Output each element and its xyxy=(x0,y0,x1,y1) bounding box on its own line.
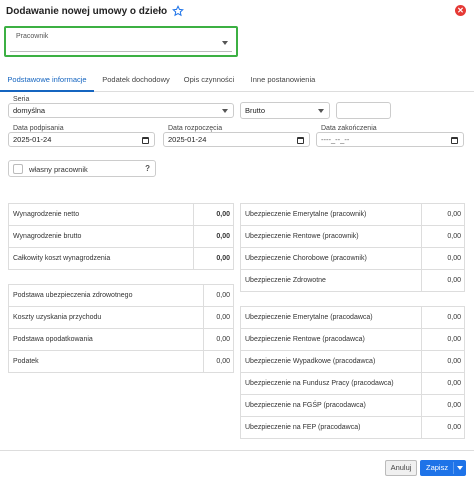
own-worker-row: własny pracownik ? xyxy=(8,160,156,177)
table-row: Ubezpieczenie Emerytalne (pracodawca) 0,… xyxy=(241,307,464,329)
row-value: 0,00 xyxy=(421,248,464,269)
save-button-label: Zapisz xyxy=(426,463,449,472)
table-row: Ubezpieczenie Rentowe (pracownik) 0,00 xyxy=(241,226,464,248)
close-icon[interactable]: ✕ xyxy=(455,5,466,16)
row-value: 0,00 xyxy=(421,351,464,372)
row-value: 0,00 xyxy=(421,329,464,350)
start-date-value: 2025-01-24 xyxy=(168,135,207,144)
worker-label: Pracownik xyxy=(16,33,49,40)
row-value: 0,00 xyxy=(193,226,233,247)
tab-income-tax[interactable]: Podatek dochodowy xyxy=(96,70,176,92)
table-row: Podstawa ubezpieczenia zdrowotnego 0,00 xyxy=(9,285,233,307)
calendar-icon[interactable] xyxy=(297,137,304,144)
row-label: Koszty uzyskania przychodu xyxy=(13,314,102,321)
table-row: Ubezpieczenie Emerytalne (pracownik) 0,0… xyxy=(241,204,464,226)
row-label: Całkowity koszt wynagrodzenia xyxy=(13,255,111,262)
tab-other-provisions[interactable]: Inne postanowienia xyxy=(242,70,324,92)
row-value: 0,00 xyxy=(421,307,464,328)
row-value: 0,00 xyxy=(421,395,464,416)
series-label: Seria xyxy=(13,96,30,103)
end-date-label: Data zakończenia xyxy=(321,125,377,132)
table-row: Ubezpieczenie Wypadkowe (pracodawca) 0,0… xyxy=(241,351,464,373)
amount-input[interactable] xyxy=(336,102,391,119)
tab-bar: Podstawowe informacje Podatek dochodowy … xyxy=(0,70,474,92)
dialog-title: Dodawanie nowej umowy o dzieło xyxy=(6,5,168,17)
details-table: Podstawa ubezpieczenia zdrowotnego 0,00 … xyxy=(8,284,234,373)
table-row: Koszty uzyskania przychodu 0,00 xyxy=(9,307,233,329)
chevron-down-icon[interactable] xyxy=(457,466,463,470)
summary-table: Wynagrodzenie netto 0,00 Wynagrodzenie b… xyxy=(8,203,234,270)
signing-date-label: Data podpisania xyxy=(13,125,64,132)
row-label: Ubezpieczenie na FGŚP (pracodawca) xyxy=(245,402,366,409)
start-date-label: Data rozpoczęcia xyxy=(168,125,223,132)
employer-contributions-table: Ubezpieczenie Emerytalne (pracodawca) 0,… xyxy=(240,306,465,439)
row-value: 0,00 xyxy=(421,270,464,291)
row-label: Ubezpieczenie Chorobowe (pracownik) xyxy=(245,255,367,262)
own-worker-checkbox[interactable] xyxy=(13,164,23,174)
table-row: Ubezpieczenie Zdrowotne 0,00 xyxy=(241,270,464,292)
gross-net-value: Brutto xyxy=(245,106,266,115)
tab-activity-description[interactable]: Opis czynności xyxy=(178,70,240,92)
row-value: 0,00 xyxy=(203,285,233,306)
row-label: Podstawa opodatkowania xyxy=(13,336,93,343)
row-value: 0,00 xyxy=(421,204,464,225)
table-row: Ubezpieczenie Chorobowe (pracownik) 0,00 xyxy=(241,248,464,270)
end-date-placeholder: ----_--_-- xyxy=(321,135,350,144)
save-button-divider xyxy=(453,462,454,474)
star-icon[interactable] xyxy=(172,5,185,17)
chevron-down-icon[interactable] xyxy=(222,41,228,45)
calendar-icon[interactable] xyxy=(142,137,149,144)
gross-net-select[interactable]: Brutto xyxy=(240,102,330,119)
row-label: Ubezpieczenie na FEP (pracodawca) xyxy=(245,424,361,431)
row-label: Ubezpieczenie Rentowe (pracodawca) xyxy=(245,336,365,343)
tab-basic-info[interactable]: Podstawowe informacje xyxy=(0,70,94,92)
table-row: Ubezpieczenie na Fundusz Pracy (pracodaw… xyxy=(241,373,464,395)
table-row: Ubezpieczenie Rentowe (pracodawca) 0,00 xyxy=(241,329,464,351)
row-label: Ubezpieczenie na Fundusz Pracy (pracodaw… xyxy=(245,380,394,387)
chevron-down-icon xyxy=(318,109,324,113)
row-label: Ubezpieczenie Emerytalne (pracodawca) xyxy=(245,314,373,321)
worker-contributions-table: Ubezpieczenie Emerytalne (pracownik) 0,0… xyxy=(240,203,465,292)
table-row: Podatek 0,00 xyxy=(9,351,233,373)
row-value: 0,00 xyxy=(203,351,233,372)
own-worker-label: własny pracownik xyxy=(29,165,88,174)
row-value: 0,00 xyxy=(203,307,233,328)
signing-date-value: 2025-01-24 xyxy=(13,135,52,144)
row-label: Ubezpieczenie Wypadkowe (pracodawca) xyxy=(245,358,376,365)
row-value: 0,00 xyxy=(421,226,464,247)
worker-select-highlight: Pracownik xyxy=(4,26,238,57)
series-select[interactable]: domyślna xyxy=(8,103,234,118)
signing-date-input[interactable]: 2025-01-24 xyxy=(8,132,155,147)
row-value: 0,00 xyxy=(421,373,464,394)
table-row: Podstawa opodatkowania 0,00 xyxy=(9,329,233,351)
table-row: Całkowity koszt wynagrodzenia 0,00 xyxy=(9,248,233,270)
dialog-footer: Anuluj Zapisz xyxy=(0,450,474,485)
table-row: Wynagrodzenie brutto 0,00 xyxy=(9,226,233,248)
chevron-down-icon xyxy=(222,109,228,113)
table-row: Wynagrodzenie netto 0,00 xyxy=(9,204,233,226)
table-row: Ubezpieczenie na FEP (pracodawca) 0,00 xyxy=(241,417,464,439)
row-label: Wynagrodzenie netto xyxy=(13,211,80,218)
series-value: domyślna xyxy=(13,106,46,115)
row-value: 0,00 xyxy=(421,417,464,438)
help-icon[interactable]: ? xyxy=(145,164,150,173)
calendar-icon[interactable] xyxy=(451,137,458,144)
row-label: Wynagrodzenie brutto xyxy=(13,233,82,240)
row-value: 0,00 xyxy=(193,248,233,269)
table-row: Ubezpieczenie na FGŚP (pracodawca) 0,00 xyxy=(241,395,464,417)
row-label: Podstawa ubezpieczenia zdrowotnego xyxy=(13,292,133,299)
end-date-input[interactable]: ----_--_-- xyxy=(316,132,464,147)
save-button[interactable]: Zapisz xyxy=(420,460,466,476)
row-label: Ubezpieczenie Rentowe (pracownik) xyxy=(245,233,359,240)
row-value: 0,00 xyxy=(203,329,233,350)
start-date-input[interactable]: 2025-01-24 xyxy=(163,132,310,147)
row-value: 0,00 xyxy=(193,204,233,225)
cancel-button[interactable]: Anuluj xyxy=(385,460,417,476)
dialog-header: Dodawanie nowej umowy o dzieło xyxy=(0,0,474,22)
row-label: Ubezpieczenie Emerytalne (pracownik) xyxy=(245,211,367,218)
row-label: Podatek xyxy=(13,358,39,365)
worker-select[interactable]: Pracownik xyxy=(10,31,232,52)
row-label: Ubezpieczenie Zdrowotne xyxy=(245,277,326,284)
